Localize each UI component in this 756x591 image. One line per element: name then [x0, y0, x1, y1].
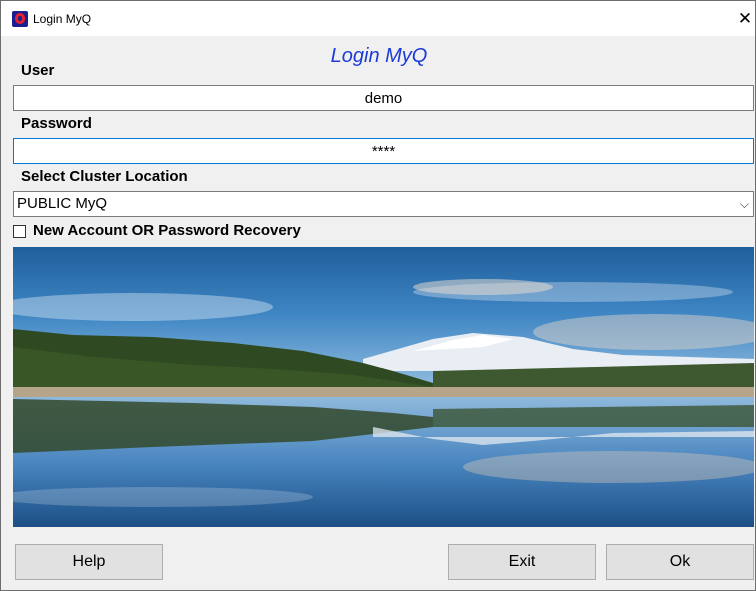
login-window: Login MyQ ✕ Login MyQ User Password Sele… [0, 0, 756, 591]
user-label: User [21, 62, 55, 79]
new-account-checkbox-label[interactable]: New Account OR Password Recovery [33, 222, 301, 239]
form-heading: Login MyQ [330, 45, 428, 67]
landscape-lake-image [13, 247, 754, 527]
cluster-location-select[interactable]: PUBLIC MyQ ⌵ [13, 191, 754, 217]
user-input[interactable] [13, 85, 754, 111]
chevron-down-icon: ⌵ [739, 197, 749, 211]
myq-logo-icon [12, 11, 28, 27]
password-label: Password [21, 115, 92, 132]
cluster-label: Select Cluster Location [21, 168, 188, 185]
title-bar[interactable]: Login MyQ ✕ [1, 1, 755, 36]
help-button[interactable]: Help [15, 544, 163, 580]
password-input[interactable] [13, 138, 754, 164]
new-account-checkbox[interactable] [13, 225, 26, 238]
ok-button[interactable]: Ok [606, 544, 754, 580]
exit-button[interactable]: Exit [448, 544, 596, 580]
cluster-selected-value: PUBLIC MyQ [17, 195, 108, 212]
close-icon[interactable]: ✕ [734, 7, 756, 31]
window-title: Login MyQ [33, 12, 92, 26]
